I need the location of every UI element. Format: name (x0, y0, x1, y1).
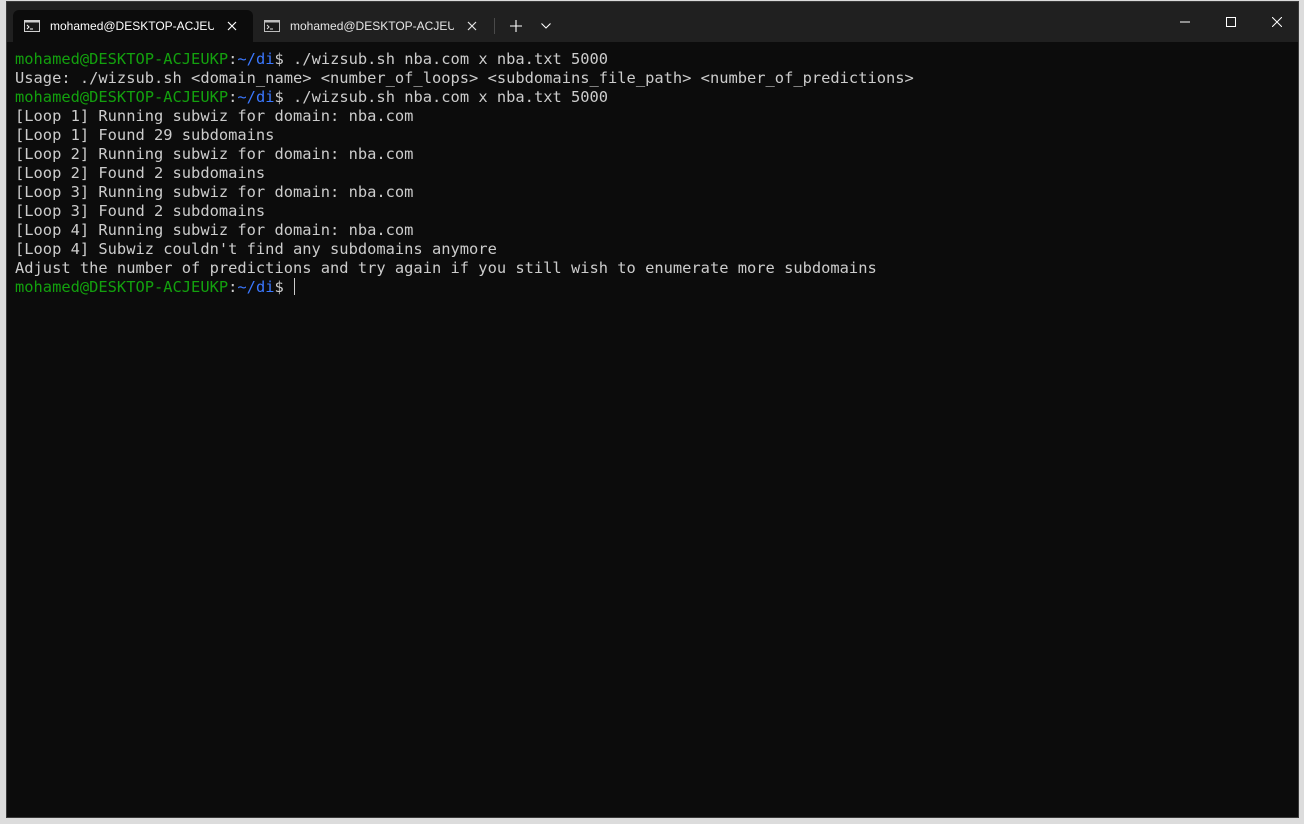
prompt-dollar: $ (274, 88, 294, 106)
prompt-path: ~/di (237, 50, 275, 68)
tab-title: mohamed@DESKTOP-ACJEUKP: ~/di (50, 19, 214, 33)
prompt-colon: : (228, 50, 238, 68)
prompt-dollar: $ (274, 278, 294, 296)
tab-title: mohamed@DESKTOP-ACJEUKP: ~/di (290, 19, 454, 33)
output-line: [Loop 2] Running subwiz for domain: nba.… (15, 145, 414, 163)
output-line: [Loop 4] Subwiz couldn't find any subdom… (15, 240, 497, 258)
new-tab-button[interactable] (504, 14, 528, 38)
terminal-icon (24, 20, 40, 32)
prompt-path: ~/di (237, 88, 275, 106)
maximize-button[interactable] (1208, 2, 1254, 42)
output-line: [Loop 3] Running subwiz for domain: nba.… (15, 183, 414, 201)
text-cursor (294, 278, 296, 295)
prompt-user-host: mohamed@DESKTOP-ACJEUKP (15, 278, 229, 296)
title-bar[interactable]: mohamed@DESKTOP-ACJEUKP: ~/di mohamed@DE… (7, 2, 1298, 42)
command-text: ./wizsub.sh nba.com x nba.txt 5000 (293, 50, 609, 68)
close-icon[interactable] (464, 18, 480, 34)
prompt-colon: : (228, 278, 238, 296)
terminal-output[interactable]: mohamed@DESKTOP-ACJEUKP:~/di$ ./wizsub.s… (15, 50, 1298, 817)
command-text: ./wizsub.sh nba.com x nba.txt 5000 (293, 88, 609, 106)
output-line: Adjust the number of predictions and try… (15, 259, 877, 277)
minimize-button[interactable] (1162, 2, 1208, 42)
prompt-line: mohamed@DESKTOP-ACJEUKP:~/di$ ./wizsub.s… (15, 88, 1298, 107)
output-line: [Loop 3] Found 2 subdomains (15, 202, 266, 220)
tab-dropdown-button[interactable] (534, 14, 558, 38)
plus-icon (510, 20, 522, 32)
prompt-path: ~/di (237, 278, 275, 296)
chevron-down-icon (541, 23, 551, 29)
tab-separator (494, 18, 495, 34)
minimize-icon (1180, 21, 1190, 23)
maximize-icon (1226, 17, 1236, 27)
output-line: Usage: ./wizsub.sh <domain_name> <number… (15, 69, 914, 87)
prompt-line: mohamed@DESKTOP-ACJEUKP:~/di$ ./wizsub.s… (15, 50, 1298, 69)
tab-1[interactable]: mohamed@DESKTOP-ACJEUKP: ~/di (13, 10, 253, 42)
close-icon (1272, 17, 1282, 27)
prompt-user-host: mohamed@DESKTOP-ACJEUKP (15, 50, 229, 68)
prompt-line: mohamed@DESKTOP-ACJEUKP:~/di$ (15, 278, 1298, 297)
output-line: [Loop 1] Found 29 subdomains (15, 126, 275, 144)
prompt-colon: : (228, 88, 238, 106)
close-window-button[interactable] (1254, 2, 1298, 42)
close-icon[interactable] (224, 18, 240, 34)
prompt-user-host: mohamed@DESKTOP-ACJEUKP (15, 88, 229, 106)
terminal-icon (264, 20, 280, 32)
output-line: [Loop 2] Found 2 subdomains (15, 164, 266, 182)
output-line: [Loop 1] Running subwiz for domain: nba.… (15, 107, 414, 125)
tab-2[interactable]: mohamed@DESKTOP-ACJEUKP: ~/di (253, 10, 493, 42)
output-line: [Loop 4] Running subwiz for domain: nba.… (15, 221, 414, 239)
terminal-window: mohamed@DESKTOP-ACJEUKP: ~/di mohamed@DE… (6, 1, 1299, 818)
prompt-dollar: $ (274, 50, 294, 68)
